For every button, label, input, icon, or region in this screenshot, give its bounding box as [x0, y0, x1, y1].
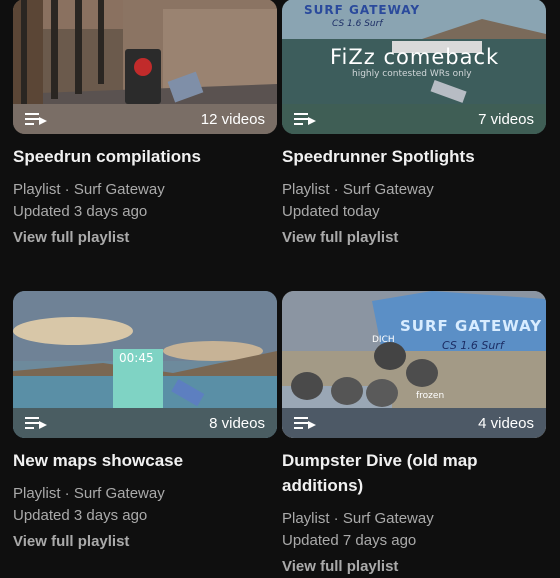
thumbnail-overlay: 8 videos	[13, 408, 277, 438]
playlist-channel: Playlist · Surf Gateway	[282, 181, 434, 198]
playlist-updated: Updated 3 days ago	[13, 203, 148, 220]
thumbnail-overlay: 4 videos	[282, 408, 546, 438]
thumbnail-subbrand-text: CS 1.6 Surf	[442, 339, 504, 352]
playlist-icon	[25, 417, 47, 429]
view-full-playlist-link[interactable]: View full playlist	[282, 556, 546, 578]
thumbnail-subbrand-text: CS 1.6 Surf	[332, 19, 383, 29]
thumbnail-player-label: frozen	[416, 391, 445, 401]
thumbnail-overlay: 12 videos	[13, 104, 277, 134]
playlist-thumbnail[interactable]: SURF GATEWAY CS 1.6 Surf FiZz comeback h…	[282, 0, 546, 134]
playlist-thumbnail[interactable]: 12 videos	[13, 0, 277, 134]
playlist-card[interactable]: 12 videos Speedrun compilations Playlist…	[13, 0, 277, 249]
thumbnail-headline-text: FiZz comeback	[330, 45, 500, 69]
playlist-card[interactable]: 00:45 8 videos New maps showcase Playlis…	[13, 291, 277, 553]
playlist-thumbnail[interactable]: SURF GATEWAY CS 1.6 Surf DICH frozen 4 v…	[282, 291, 546, 438]
thumbnail-caption-text: highly contested WRs only	[352, 69, 472, 79]
playlist-title[interactable]: Speedrun compilations	[13, 144, 277, 169]
video-count: 12 videos	[200, 110, 265, 128]
thumbnail-player-label: DICH	[372, 335, 395, 345]
view-full-playlist-link[interactable]: View full playlist	[13, 531, 277, 553]
playlist-channel: Playlist · Surf Gateway	[282, 510, 434, 527]
video-count: 4 videos	[478, 414, 534, 432]
playlist-thumbnail[interactable]: 00:45 8 videos	[13, 291, 277, 438]
playlist-title[interactable]: New maps showcase	[13, 448, 277, 473]
video-count: 7 videos	[478, 110, 534, 128]
view-full-playlist-link[interactable]: View full playlist	[282, 227, 546, 249]
playlist-channel: Playlist · Surf Gateway	[13, 485, 165, 502]
playlist-card[interactable]: SURF GATEWAY CS 1.6 Surf DICH frozen 4 v…	[282, 291, 546, 578]
playlist-channel: Playlist · Surf Gateway	[13, 181, 165, 198]
thumbnail-overlay: 7 videos	[282, 104, 546, 134]
thumbnail-timer-text: 00:45	[119, 351, 154, 365]
playlist-updated: Updated today	[282, 203, 380, 220]
playlist-icon	[294, 417, 316, 429]
thumbnail-brand-text: SURF GATEWAY	[400, 317, 543, 335]
playlist-icon	[294, 113, 316, 125]
playlist-title[interactable]: Speedrunner Spotlights	[282, 144, 546, 169]
view-full-playlist-link[interactable]: View full playlist	[13, 227, 277, 249]
playlist-updated: Updated 3 days ago	[13, 507, 148, 524]
playlist-title[interactable]: Dumpster Dive (old map additions)	[282, 448, 546, 498]
playlist-icon	[25, 113, 47, 125]
playlist-updated: Updated 7 days ago	[282, 532, 417, 549]
video-count: 8 videos	[209, 414, 265, 432]
thumbnail-brand-text: SURF GATEWAY	[304, 3, 421, 17]
playlist-card[interactable]: SURF GATEWAY CS 1.6 Surf FiZz comeback h…	[282, 0, 546, 249]
